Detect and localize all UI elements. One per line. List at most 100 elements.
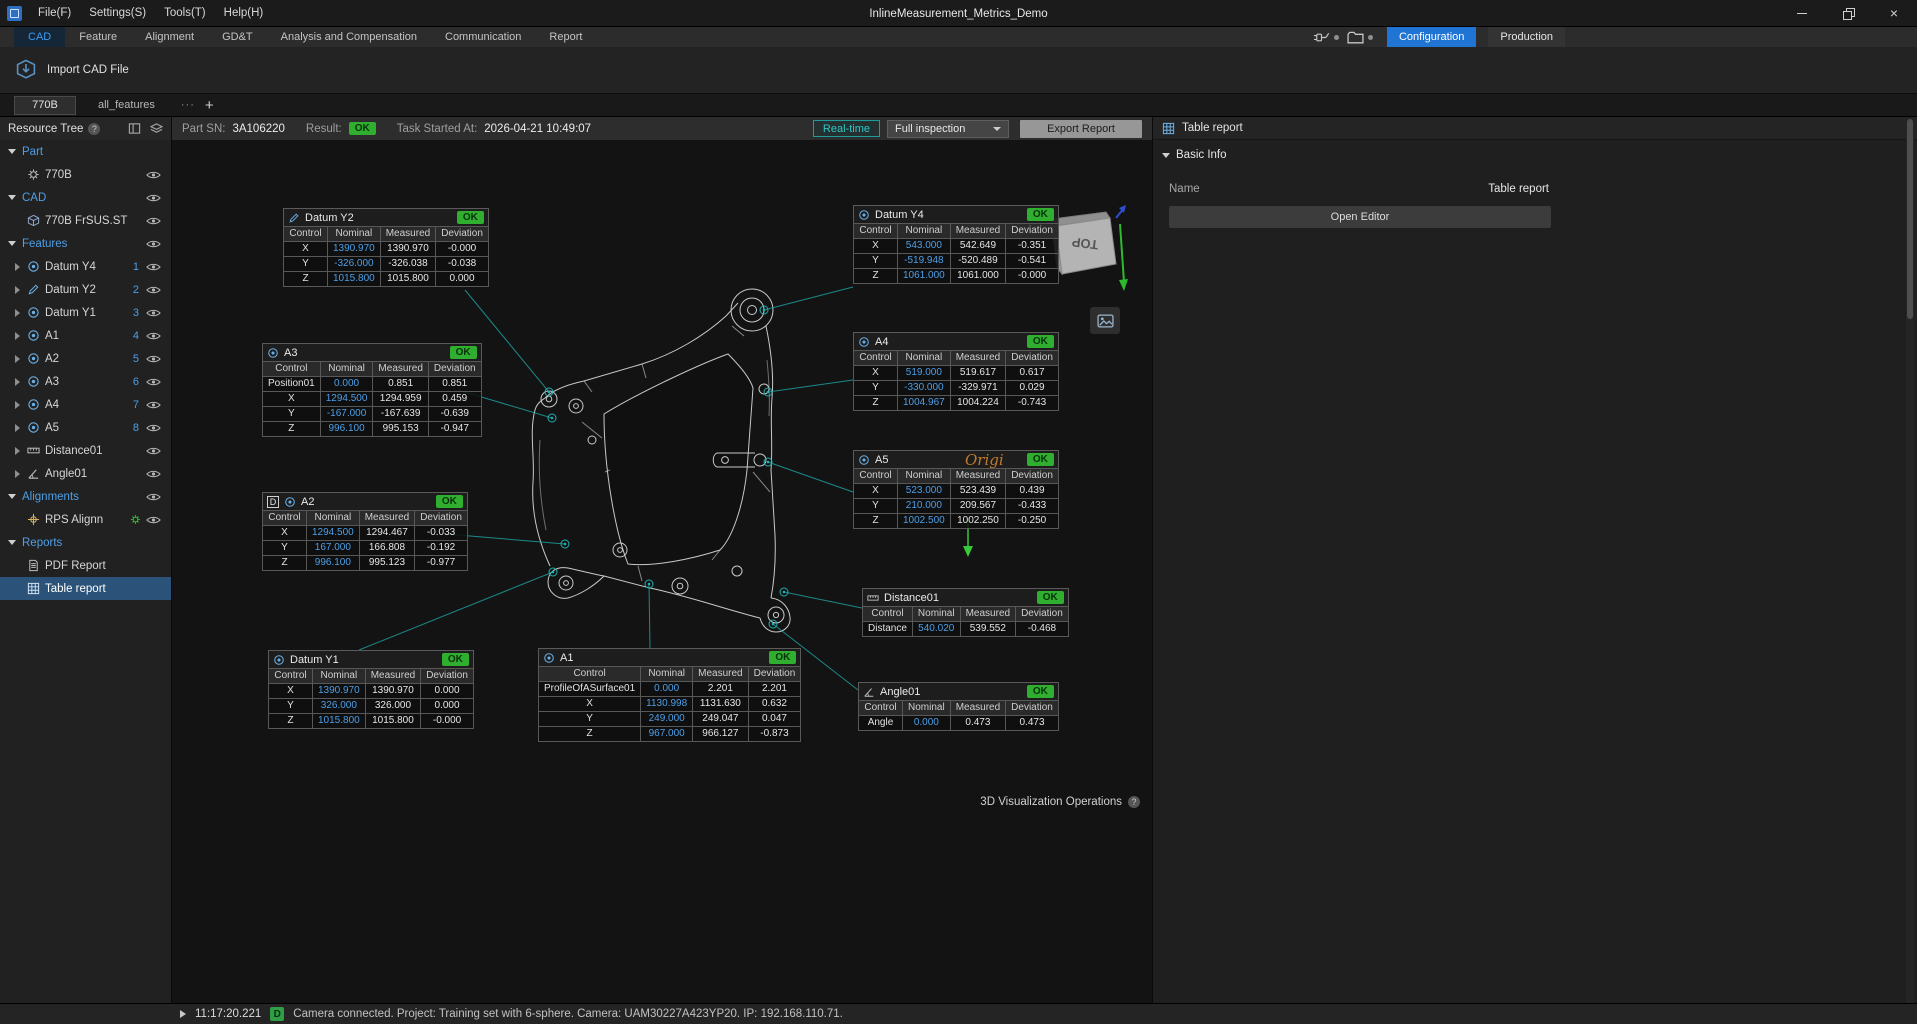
tab-cad[interactable]: CAD [14,27,65,47]
close-button[interactable]: × [1871,0,1917,26]
eye-icon[interactable] [146,469,161,479]
eye-icon[interactable] [146,515,161,525]
tree-item-a4[interactable]: A47 [0,393,171,416]
callout-datum-y1[interactable]: Datum Y1OKControlNominalMeasuredDeviatio… [268,650,474,729]
tree-item-pdf-report[interactable]: PDF Report [0,554,171,577]
tree-section-alignments[interactable]: Alignments [0,485,171,508]
tab-alignment[interactable]: Alignment [131,27,208,47]
tree-item-datum-y2[interactable]: Datum Y22 [0,278,171,301]
tree-item-770b[interactable]: 770B [0,163,171,186]
add-tab-button[interactable]: + [205,97,214,114]
vertical-scrollbar[interactable] [1906,117,1914,1003]
eye-icon[interactable] [146,285,161,295]
eye-icon[interactable] [146,423,161,433]
tree-item-a1[interactable]: A14 [0,324,171,347]
expand-icon[interactable] [15,286,20,294]
expand-icon[interactable] [15,332,20,340]
expand-icon[interactable] [15,424,20,432]
gear-icon[interactable] [130,514,141,525]
expand-icon[interactable] [15,378,20,386]
realtime-badge[interactable]: Real-time [813,120,880,137]
eye-icon[interactable] [146,262,161,272]
collapse-icon[interactable] [8,149,16,154]
eye-icon[interactable] [146,492,161,502]
device-connection-icon[interactable] [1313,31,1330,44]
tree-item-a2[interactable]: A25 [0,347,171,370]
collapse-icon[interactable] [8,540,16,545]
menu-settings-s[interactable]: Settings(S) [80,0,155,26]
callout-distance01[interactable]: Distance01OKControlNominalMeasuredDeviat… [862,588,1069,637]
eye-icon[interactable] [146,216,161,226]
eye-icon[interactable] [146,354,161,364]
doc-tab-770b[interactable]: 770B [14,96,76,115]
tree-item-datum-y1[interactable]: Datum Y13 [0,301,171,324]
eye-icon[interactable] [146,446,161,456]
tree-section-features[interactable]: Features [0,232,171,255]
tree-section-part[interactable]: Part [0,140,171,163]
tree-item-distance01[interactable]: Distance01 [0,439,171,462]
eye-icon[interactable] [146,239,161,249]
eye-icon[interactable] [146,193,161,203]
eye-icon[interactable] [146,170,161,180]
tab-analysis-and-compensation[interactable]: Analysis and Compensation [267,27,431,47]
viewport[interactable]: Origi TOP 3D Visualization Operations [172,140,1152,1003]
snapshot-button[interactable] [1090,307,1120,334]
control-cell: Y [284,257,328,272]
collapse-icon[interactable] [8,241,16,246]
tab-feature[interactable]: Feature [65,27,131,47]
configuration-button[interactable]: Configuration [1387,27,1476,47]
layers-icon[interactable] [150,122,163,135]
tree-item-a3[interactable]: A36 [0,370,171,393]
tree-item-table-report[interactable]: Table report [0,577,171,600]
menu-tools-t[interactable]: Tools(T) [155,0,215,26]
resource-tree-help-icon[interactable]: ? [88,123,100,135]
import-cad-file-button[interactable]: Import CAD File [0,58,129,82]
callout-datum-y2[interactable]: Datum Y2OKControlNominalMeasuredDeviatio… [283,208,489,287]
callout-a1[interactable]: A1OKControlNominalMeasuredDeviationProfi… [538,648,801,742]
tree-section-reports[interactable]: Reports [0,531,171,554]
restore-button[interactable] [1825,0,1871,26]
export-report-button[interactable]: Export Report [1020,120,1142,138]
operations-help-icon[interactable]: ? [1128,796,1140,808]
tree-item-770b-frsus-st[interactable]: 770B FrSUS.ST [0,209,171,232]
expand-icon[interactable] [15,470,20,478]
basic-info-section-header[interactable]: Basic Info [1153,144,1917,166]
menu-file-f[interactable]: File(F) [29,0,80,26]
open-editor-button[interactable]: Open Editor [1169,206,1551,228]
callout-angle01[interactable]: Angle01OKControlNominalMeasuredDeviation… [858,682,1059,731]
callout-a4[interactable]: A4OKControlNominalMeasuredDeviationX519.… [853,332,1059,411]
tree-section-cad[interactable]: CAD [0,186,171,209]
tree-item-rps-alignn[interactable]: RPS Alignn [0,508,171,531]
eye-icon[interactable] [146,331,161,341]
tab-report[interactable]: Report [535,27,596,47]
tree-item-a5[interactable]: A58 [0,416,171,439]
doc-tab-all-features[interactable]: all_features [84,96,169,115]
callout-datum-y4[interactable]: Datum Y4OKControlNominalMeasuredDeviatio… [853,205,1059,284]
tab-communication[interactable]: Communication [431,27,535,47]
callout-title-row: A5OK [853,450,1059,468]
expand-icon[interactable] [15,309,20,317]
production-button[interactable]: Production [1488,27,1565,47]
collapse-icon[interactable] [8,494,16,499]
expand-icon[interactable] [15,447,20,455]
project-folder-icon[interactable] [1347,31,1364,44]
menu-help-h[interactable]: Help(H) [215,0,273,26]
collapse-icon[interactable] [8,195,16,200]
panel-layout-icon[interactable] [128,122,141,135]
tree-item-angle01[interactable]: Angle01 [0,462,171,485]
eye-icon[interactable] [146,400,161,410]
inspection-mode-dropdown[interactable]: Full inspection [887,120,1009,138]
callout-a3[interactable]: A3OKControlNominalMeasuredDeviationPosit… [262,343,482,437]
callout-a2[interactable]: DA2OKControlNominalMeasuredDeviationX129… [262,492,468,571]
expand-icon[interactable] [15,401,20,409]
tab-gd-t[interactable]: GD&T [208,27,267,47]
eye-icon[interactable] [146,377,161,387]
tab-overflow-icon[interactable]: ··· [181,99,195,111]
callout-a5[interactable]: A5OKControlNominalMeasuredDeviationX523.… [853,450,1059,529]
scrollbar-thumb[interactable] [1907,119,1913,319]
expand-icon[interactable] [15,355,20,363]
eye-icon[interactable] [146,308,161,318]
expand-icon[interactable] [15,263,20,271]
tree-item-datum-y4[interactable]: Datum Y41 [0,255,171,278]
minimize-button[interactable] [1779,0,1825,26]
